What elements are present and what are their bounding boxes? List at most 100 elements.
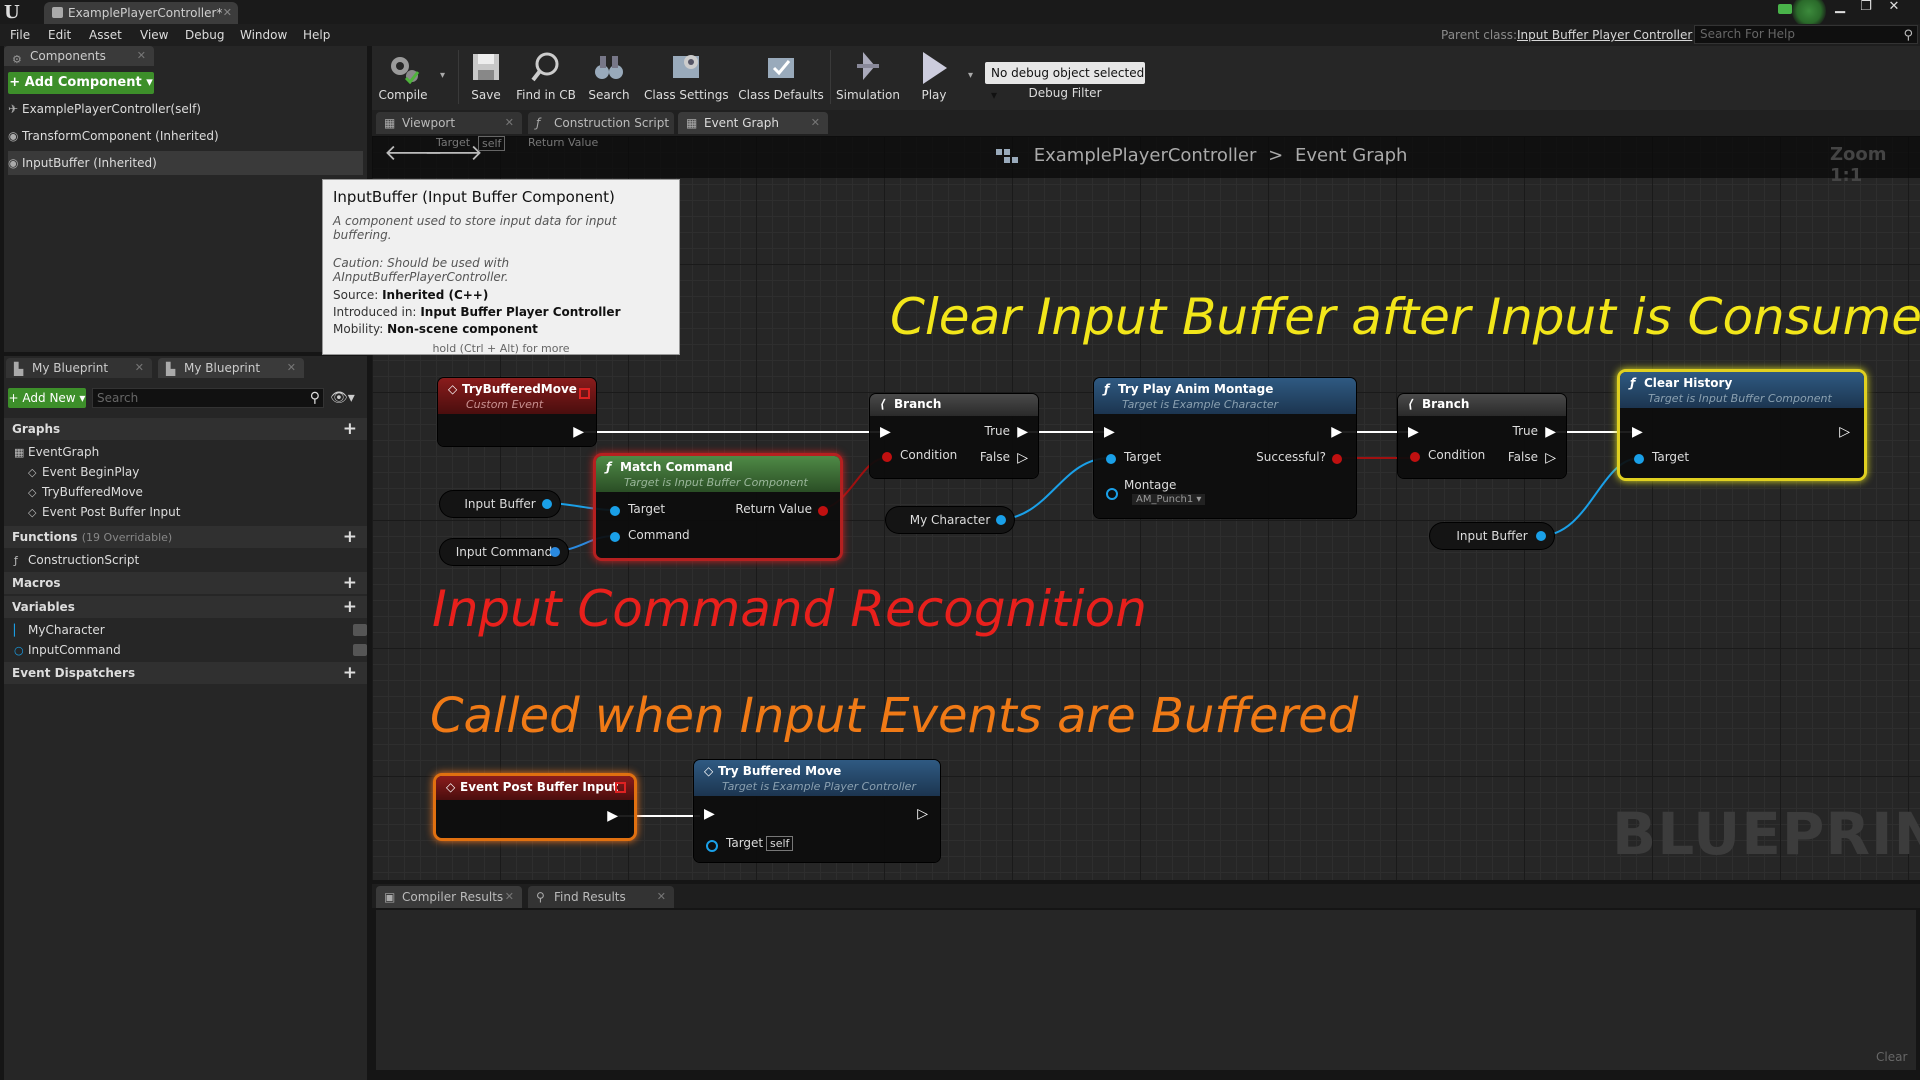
pin-label: Return Value <box>735 502 812 516</box>
exec-out-pin[interactable]: ▷ <box>1839 424 1850 440</box>
pin-label: Condition <box>1428 448 1486 462</box>
output-pin[interactable] <box>550 547 560 557</box>
getter-label: Input Command <box>455 545 553 559</box>
tooltip-value: Inherited (C++) <box>382 288 489 302</box>
clear-button[interactable]: Clear <box>1876 1050 1907 1064</box>
exec-false-pin[interactable]: ▷ <box>1545 450 1556 466</box>
delegate-pin[interactable] <box>579 388 590 399</box>
tab-compiler-results[interactable]: ▣ Compiler Results ✕ <box>376 886 522 908</box>
getter-label: Input Buffer <box>464 497 536 511</box>
exec-in-pin[interactable]: ▶ <box>1632 424 1643 440</box>
tooltip-value: Non-scene component <box>387 322 538 336</box>
target-pin[interactable] <box>1106 454 1116 464</box>
delegate-pin[interactable] <box>615 782 626 793</box>
pin-label: True <box>1512 424 1539 438</box>
node-try-play-anim-montage[interactable]: ƒ Try Play Anim Montage Target is Example… <box>1094 378 1356 518</box>
tooltip-description: A component used to store input data for… <box>333 214 617 242</box>
node-title-text: TryBufferedMove <box>462 382 577 396</box>
condition-pin[interactable] <box>882 452 892 462</box>
tooltip-hint: hold (Ctrl + Alt) for more <box>432 342 570 355</box>
tooltip-label: Source: <box>333 288 379 302</box>
exec-in-pin[interactable]: ▶ <box>1104 424 1115 440</box>
exec-out-pin[interactable]: ▷ <box>917 806 928 822</box>
node-title: ƒ Match Command <box>606 460 733 474</box>
exec-in-pin[interactable]: ▶ <box>880 424 891 440</box>
tab-label: Compiler Results <box>402 890 504 904</box>
node-subtitle: Target is Example Character <box>1122 398 1279 411</box>
getter-input-command[interactable]: Input Command <box>440 539 568 565</box>
target-pin[interactable] <box>1634 454 1644 464</box>
node-event-post-buffer-input[interactable]: ◇ Event Post Buffer Input ▶ <box>436 776 634 838</box>
tooltip-mobility-row: Mobility: Non-scene component <box>333 322 669 336</box>
node-title: ⟨ Branch <box>880 397 941 411</box>
node-subtitle: Target is Input Buffer Component <box>1648 392 1832 405</box>
annotation-command-recognition: Input Command Recognition <box>432 580 1147 638</box>
node-title-text: Try Play Anim Montage <box>1118 382 1274 396</box>
tooltip-introduced-row: Introduced in: Input Buffer Player Contr… <box>333 305 669 319</box>
node-subtitle: Target is Example Player Controller <box>722 780 916 793</box>
node-title: ◇ TryBufferedMove <box>448 382 577 396</box>
target-self-value[interactable]: self <box>766 836 794 851</box>
node-branch-1[interactable]: ⟨ Branch ▶ True ▶ Condition False ▷ <box>870 394 1038 478</box>
exec-out-pin[interactable]: ▶ <box>573 424 584 440</box>
montage-pin[interactable] <box>1106 488 1118 500</box>
output-pin[interactable] <box>996 515 1006 525</box>
output-pin[interactable] <box>542 499 552 509</box>
pin-label: False <box>1507 450 1538 464</box>
command-pin[interactable] <box>610 532 620 542</box>
node-branch-2[interactable]: ⟨ Branch ▶ True ▶ Condition False ▷ <box>1398 394 1566 478</box>
successful-pin[interactable] <box>1332 454 1342 464</box>
return-pin[interactable] <box>818 506 828 516</box>
exec-in-pin[interactable]: ▶ <box>704 806 715 822</box>
getter-label: My Character <box>909 513 991 527</box>
branch-icon: ⟨ <box>1408 397 1414 411</box>
node-title-text: Event Post Buffer Input <box>460 780 619 794</box>
event-diamond-icon: ◇ <box>704 764 714 778</box>
node-title-text: Try Buffered Move <box>718 764 842 778</box>
tab-label: Find Results <box>554 890 626 904</box>
pin-label: True <box>984 424 1011 438</box>
exec-false-pin[interactable]: ▷ <box>1017 450 1028 466</box>
branch-icon: ⟨ <box>880 397 886 411</box>
node-title-text: Match Command <box>620 460 733 474</box>
compiler-results-panel <box>376 910 1916 1070</box>
node-clear-history[interactable]: ƒ Clear History Target is Input Buffer Co… <box>1620 372 1864 478</box>
exec-in-pin[interactable]: ▶ <box>1408 424 1419 440</box>
tooltip-label: Mobility: <box>333 322 384 336</box>
pin-label: Target <box>1124 450 1162 464</box>
tab-find-results[interactable]: ⚲ Find Results ✕ <box>528 886 674 908</box>
function-icon: ƒ <box>1104 382 1110 396</box>
pin-label: Command <box>628 528 690 542</box>
node-title: ⟨ Branch <box>1408 397 1469 411</box>
node-trybufferedmove-event[interactable]: ◇ TryBufferedMove Custom Event ▶ <box>438 378 596 446</box>
node-try-buffered-move-call[interactable]: ◇ Try Buffered Move Target is Example Pla… <box>694 760 940 862</box>
close-tab-icon[interactable]: ✕ <box>657 886 666 908</box>
exec-out-pin[interactable]: ▶ <box>1331 424 1342 440</box>
pin-label: Montage <box>1124 478 1177 492</box>
pin-label: Successful? <box>1256 450 1326 464</box>
exec-out-pin[interactable]: ▶ <box>607 808 618 824</box>
node-subtitle: Target is Input Buffer Component <box>624 476 808 489</box>
node-title-text: Branch <box>894 397 942 411</box>
getter-my-character[interactable]: My Character <box>886 507 1014 533</box>
output-pin[interactable] <box>1536 531 1546 541</box>
close-tab-icon[interactable]: ✕ <box>505 886 514 908</box>
function-icon: ƒ <box>606 460 612 474</box>
node-match-command[interactable]: ƒ Match Command Target is Input Buffer Co… <box>596 456 840 558</box>
binoculars-icon: ⚲ <box>536 890 545 904</box>
tooltip-caution: Caution: Should be used with AInputBuffe… <box>333 256 510 284</box>
getter-input-buffer[interactable]: Input Buffer <box>440 491 560 517</box>
function-icon: ƒ <box>1630 376 1636 390</box>
getter-input-buffer-2[interactable]: Input Buffer <box>1430 523 1554 549</box>
getter-label: Input Buffer <box>1456 529 1528 543</box>
target-pin[interactable] <box>610 506 620 516</box>
exec-true-pin[interactable]: ▶ <box>1545 424 1556 440</box>
compiler-results-icon: ▣ <box>384 890 396 904</box>
node-title: ƒ Try Play Anim Montage <box>1104 382 1273 396</box>
montage-asset-select[interactable]: AM_Punch1 ▾ <box>1132 494 1206 505</box>
pin-label: Target <box>1652 450 1690 464</box>
target-pin[interactable] <box>706 840 718 852</box>
condition-pin[interactable] <box>1410 452 1420 462</box>
node-subtitle: Custom Event <box>466 398 544 411</box>
exec-true-pin[interactable]: ▶ <box>1017 424 1028 440</box>
